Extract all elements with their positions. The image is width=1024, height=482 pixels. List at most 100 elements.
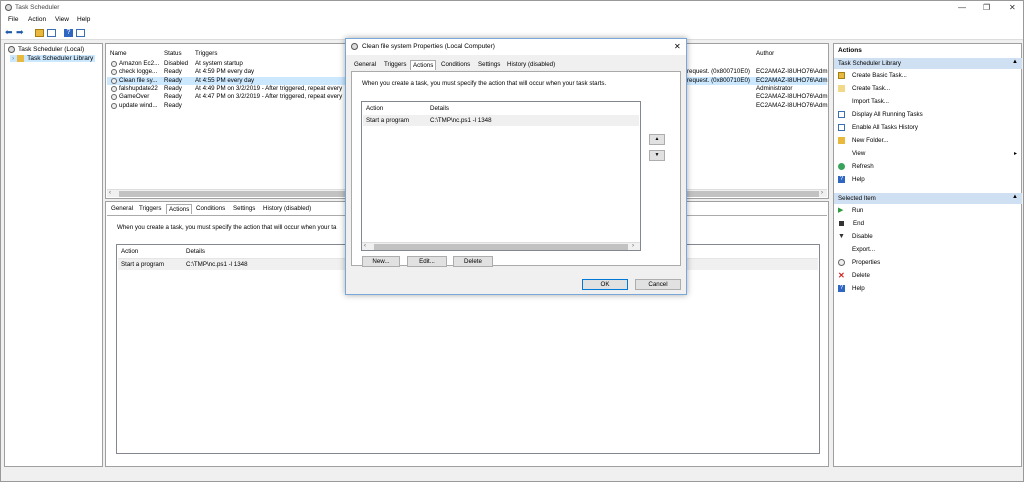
col-status[interactable]: Status: [164, 50, 182, 57]
section-task-scheduler-library[interactable]: Task Scheduler Library ▲: [834, 58, 1022, 69]
action-import-task[interactable]: Import Task...: [838, 98, 1018, 105]
col-name[interactable]: Name: [110, 50, 127, 57]
action-label: Help: [852, 176, 865, 184]
action-create-basic-task[interactable]: Create Basic Task...: [838, 72, 1018, 79]
chevron-right-icon[interactable]: ›: [12, 55, 14, 62]
detail-col-details[interactable]: Details: [186, 248, 205, 255]
scroll-thumb[interactable]: [374, 244, 628, 250]
folder-icon[interactable]: [35, 29, 44, 37]
disable-icon: ▼: [838, 233, 845, 240]
tab-actions[interactable]: Actions: [166, 204, 193, 214]
collapse-up-icon[interactable]: ▲: [1012, 59, 1018, 65]
dialog-tab-body: When you create a task, you must specify…: [351, 71, 681, 267]
dialog-list-scrollbar[interactable]: ‹ ›: [362, 242, 640, 250]
action-enable-all-tasks-history[interactable]: Enable All Tasks History: [838, 124, 1018, 131]
action-delete[interactable]: ✕ Delete: [838, 271, 1018, 280]
tab-conditions[interactable]: Conditions: [194, 204, 227, 213]
help-icon: ?: [838, 285, 845, 292]
tab-triggers[interactable]: Triggers: [137, 204, 163, 213]
dialog-col-action[interactable]: Action: [366, 105, 383, 112]
action-refresh[interactable]: Refresh: [838, 163, 1018, 170]
tab-history-disabled[interactable]: History (disabled): [261, 204, 313, 213]
action-display-all-running-tasks[interactable]: Display All Running Tasks: [838, 111, 1018, 118]
action-end[interactable]: End: [838, 220, 1018, 227]
tree-library[interactable]: › Task Scheduler Library: [10, 55, 96, 63]
dialog-description: When you create a task, you must specify…: [362, 80, 607, 87]
section-selected-item[interactable]: Selected Item ▲: [834, 193, 1022, 204]
action-label: Properties: [852, 259, 881, 267]
edit-button[interactable]: Edit...: [407, 256, 447, 267]
dialog-close-icon[interactable]: ✕: [674, 42, 681, 51]
clock-icon: [351, 43, 358, 50]
ok-button[interactable]: OK: [582, 279, 628, 290]
action-disable[interactable]: ▼ Disable: [838, 233, 1018, 240]
tab-settings[interactable]: Settings: [231, 204, 257, 213]
clock-icon: [5, 4, 12, 11]
menu-help[interactable]: Help: [77, 16, 90, 23]
back-arrow-icon[interactable]: ⬅: [5, 27, 13, 38]
window-title: Task Scheduler: [15, 4, 60, 11]
dialog-col-details[interactable]: Details: [430, 105, 449, 112]
menu-file[interactable]: File: [8, 16, 18, 23]
tasks-history-icon: [838, 124, 845, 131]
action-label: Create Basic Task...: [852, 72, 907, 80]
cancel-button[interactable]: Cancel: [635, 279, 681, 290]
action-help[interactable]: ? Help: [838, 285, 1018, 292]
dialog-tab-conditions[interactable]: Conditions: [439, 60, 472, 69]
move-down-button[interactable]: ▼: [649, 150, 665, 161]
menu-action[interactable]: Action: [28, 16, 46, 23]
maximize-icon[interactable]: ❐: [983, 3, 990, 12]
action-new-folder[interactable]: New Folder...: [838, 137, 1018, 144]
panel-icon[interactable]: [76, 29, 85, 37]
action-create-task[interactable]: Create Task...: [838, 85, 1018, 92]
close-icon[interactable]: ✕: [1009, 3, 1016, 12]
delete-button[interactable]: Delete: [453, 256, 493, 267]
chevron-right-icon: ▸: [1014, 150, 1018, 157]
action-run[interactable]: ▶ Run: [838, 207, 1018, 214]
scroll-right-icon[interactable]: ›: [632, 243, 634, 249]
action-properties[interactable]: Properties: [838, 259, 1018, 266]
dialog-tab-actions[interactable]: Actions: [410, 60, 437, 70]
folder-icon: [17, 55, 25, 62]
help-icon[interactable]: ?: [64, 29, 73, 37]
dialog-title-bar: Clean file system Properties (Local Comp…: [346, 39, 686, 55]
move-up-button[interactable]: ▲: [649, 134, 665, 145]
forward-arrow-icon[interactable]: ➡: [16, 27, 24, 38]
col-author[interactable]: Author: [756, 50, 774, 57]
create-task-icon: [838, 85, 845, 92]
collapse-up-icon[interactable]: ▲: [1012, 194, 1018, 200]
dialog-tab-history-disabled[interactable]: History (disabled): [505, 60, 557, 69]
task-trigger: At 4:47 PM on 3/2/2019 - After triggered…: [195, 93, 343, 101]
task-name: falshupdate22: [119, 84, 158, 92]
detail-row-action: Start a program: [121, 261, 164, 268]
properties-dialog: Clean file system Properties (Local Comp…: [345, 38, 687, 295]
task-scheduler-window: Task Scheduler — ❐ ✕ File Action View He…: [0, 0, 1024, 482]
minimize-icon[interactable]: —: [958, 3, 966, 12]
action-label: New Folder...: [852, 137, 889, 145]
action-label: Run: [852, 207, 864, 215]
scroll-right-icon[interactable]: ›: [821, 190, 823, 196]
col-triggers[interactable]: Triggers: [195, 50, 217, 57]
tree-root[interactable]: Task Scheduler (Local): [8, 46, 84, 53]
dialog-tab-general[interactable]: General: [352, 60, 378, 69]
run-icon: ▶: [838, 207, 844, 214]
task-author: EC2AMAZ-I8UHO76\Adm: [756, 93, 828, 101]
scroll-left-icon[interactable]: ‹: [364, 243, 366, 249]
view-icon: [838, 150, 845, 157]
dialog-tab-triggers[interactable]: Triggers: [382, 60, 408, 69]
menu-view[interactable]: View: [55, 16, 69, 23]
task-status: Ready: [164, 68, 182, 76]
new-button[interactable]: New...: [362, 256, 400, 267]
table-row[interactable]: Start a program C:\TMP\nc.ps1 -l 1348: [363, 115, 639, 126]
action-export[interactable]: Export...: [838, 246, 1018, 253]
dialog-tab-settings[interactable]: Settings: [476, 60, 502, 69]
action-view[interactable]: View ▸: [838, 150, 1018, 157]
tab-general[interactable]: General: [109, 204, 135, 213]
list-view-icon[interactable]: [47, 29, 56, 37]
delete-icon: ✕: [838, 271, 845, 280]
action-help[interactable]: ? Help: [838, 176, 1018, 183]
scroll-left-icon[interactable]: ‹: [109, 190, 111, 196]
detail-col-action[interactable]: Action: [121, 248, 138, 255]
action-label: Export...: [852, 246, 876, 254]
task-trigger: At 4:59 PM every day: [195, 68, 255, 76]
